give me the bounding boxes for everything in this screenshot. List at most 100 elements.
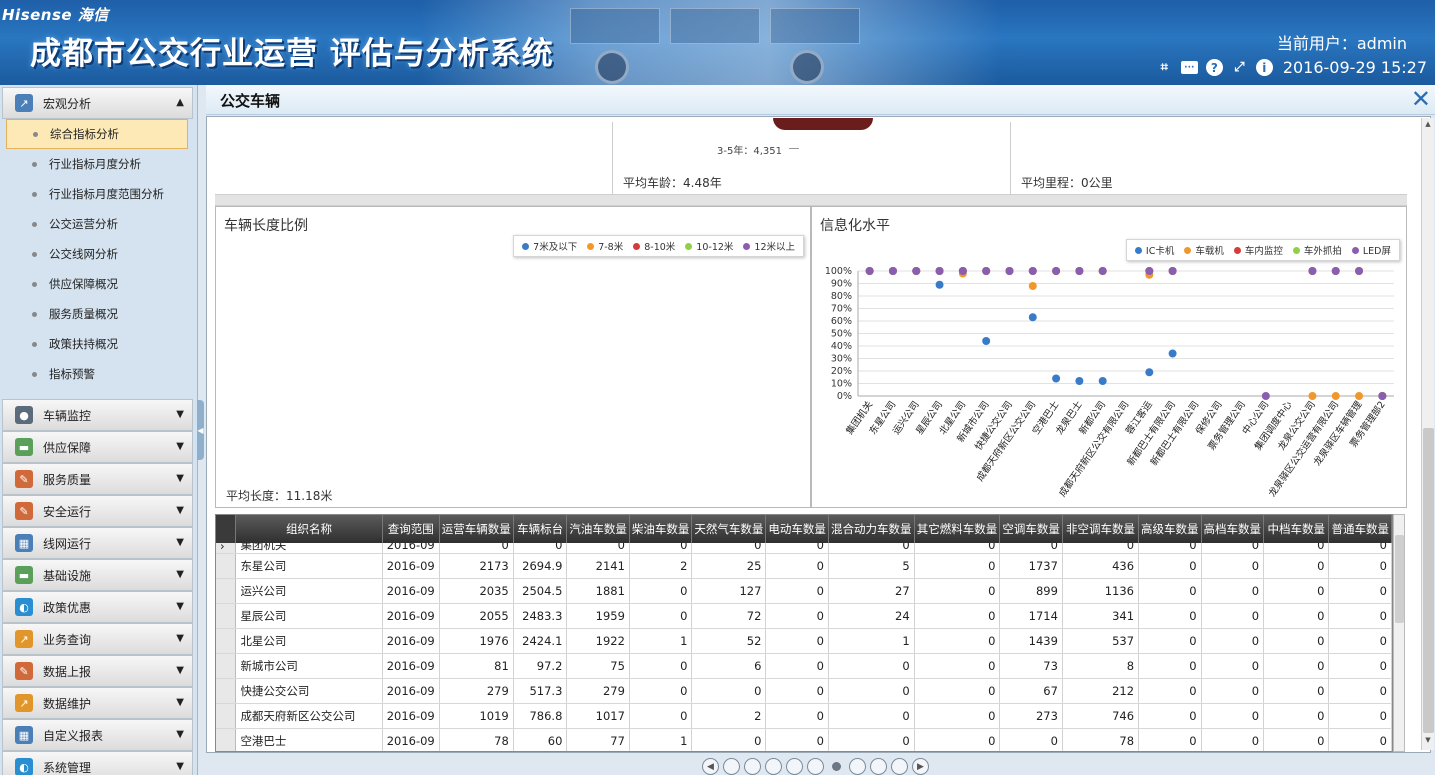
table-row[interactable]: 北星公司 2016-09 1976 2424.1 1922 1 52 0 1 0 1439 537 0 0… (216, 628, 1392, 654)
row-selector[interactable] (216, 678, 237, 704)
chevron-down-icon[interactable]: ▼ (176, 729, 184, 740)
sidebar-item[interactable]: 服务质量概况 (6, 299, 188, 329)
table-scrollbar[interactable] (1393, 514, 1405, 752)
expand-icon[interactable]: ⤢ (1231, 59, 1248, 76)
sidebar-group-4[interactable]: ✎ 服务质量 ▼ (2, 463, 193, 495)
row-selector[interactable] (216, 653, 237, 679)
column-header[interactable]: 普通车数量 (1328, 515, 1392, 543)
pager-next-icon[interactable]: ▶ (912, 758, 929, 775)
sidebar-group-2[interactable]: ● 车辆监控 ▼ (2, 399, 193, 431)
sidebar-group-12[interactable]: ▦ 自定义报表 ▼ (2, 719, 193, 751)
chevron-down-icon[interactable]: ▼ (176, 601, 184, 612)
legend-item[interactable]: 10-12米 (685, 239, 733, 253)
row-selector[interactable] (216, 553, 237, 579)
column-header[interactable]: 电动车数量 (765, 515, 829, 543)
column-header[interactable]: 中档车数量 (1263, 515, 1330, 543)
scroll-down-arrow-icon[interactable]: ▼ (1422, 736, 1434, 748)
chevron-down-icon[interactable]: ▼ (176, 633, 184, 644)
pager-dot[interactable] (723, 758, 740, 775)
pager-dot[interactable] (891, 758, 908, 775)
legend-item[interactable]: 12米以上 (743, 239, 795, 253)
sidebar-item[interactable]: 行业指标月度范围分析 (6, 179, 188, 209)
column-header[interactable]: 汽油车数量 (566, 515, 630, 543)
sidebar-group-3[interactable]: ▬ 供应保障 ▼ (2, 431, 193, 463)
sidebar-group-9[interactable]: ↗ 业务查询 ▼ (2, 623, 193, 655)
pager-dot[interactable] (765, 758, 782, 775)
chevron-down-icon[interactable]: ▼ (176, 697, 184, 708)
column-header[interactable]: 柴油车数量 (629, 515, 693, 543)
sidebar-group-7[interactable]: ▬ 基础设施 ▼ (2, 559, 193, 591)
chevron-up-icon[interactable]: ▲ (176, 97, 184, 108)
sidebar-collapse-handle[interactable]: ◀ (197, 400, 204, 460)
pager-dot[interactable] (849, 758, 866, 775)
column-header[interactable]: 运营车辆数量 (439, 515, 514, 543)
legend-item[interactable]: 7米及以下 (522, 239, 577, 253)
table-scrollbar-thumb[interactable] (1395, 535, 1404, 623)
sidebar-group-8[interactable]: ◐ 政策优惠 ▼ (2, 591, 193, 623)
sidebar-menu: ↗ 宏观分析 ▲ 综合指标分析 行业指标月度分析 行业指标月度范围分析 公交运营分析 公交线网… (0, 85, 198, 775)
chevron-down-icon[interactable]: ▼ (176, 409, 184, 420)
column-header[interactable]: 非空调车数量 (1062, 515, 1140, 543)
sidebar-item[interactable]: 指标预警 (6, 359, 188, 389)
sidebar-item[interactable]: 政策扶持概况 (6, 329, 188, 359)
pager-dot[interactable] (786, 758, 803, 775)
sidebar-group-13[interactable]: ◐ 系统管理 ▼ (2, 751, 193, 775)
sidebar-group-5[interactable]: ✎ 安全运行 ▼ (2, 495, 193, 527)
sidebar-group-6[interactable]: ▦ 线网运行 ▼ (2, 527, 193, 559)
chevron-down-icon[interactable]: ▼ (176, 441, 184, 452)
row-selector[interactable] (216, 603, 237, 629)
sidebar-group-10[interactable]: ✎ 数据上报 ▼ (2, 655, 193, 687)
column-header[interactable]: 车辆标台 (513, 515, 568, 543)
table-row[interactable]: 空港巴士 2016-09 78 60 77 1 0 0 0 0 0 78 0 0 0 0 (216, 728, 1392, 751)
sidebar-item[interactable]: 公交线网分析 (6, 239, 188, 269)
chevron-down-icon[interactable]: ▼ (176, 473, 184, 484)
table-row[interactable]: 成都天府新区公交公司 2016-09 1019 786.8 1017 0 2 0 0 0 273 74… (216, 703, 1392, 729)
sidebar-item[interactable]: 公交运营分析 (6, 209, 188, 239)
column-header[interactable]: 其它燃料车数量 (914, 515, 1001, 543)
chevron-down-icon[interactable]: ▼ (176, 761, 184, 772)
sidebar-group-11[interactable]: ↗ 数据维护 ▼ (2, 687, 193, 719)
table-row[interactable]: 星辰公司 2016-09 2055 2483.3 1959 0 72 0 24 0 1714 341 0… (216, 603, 1392, 629)
chevron-down-icon[interactable]: ▼ (176, 505, 184, 516)
table-row[interactable]: › 集团机关 2016-09 0 0 0 0 0 0 0 0 0 0 0 0 0 0 (216, 543, 1392, 554)
table-row[interactable]: 运兴公司 2016-09 2035 2504.5 1881 0 127 0 27 0 899 1136… (216, 578, 1392, 604)
sidebar-item[interactable]: 供应保障概况 (6, 269, 188, 299)
data-point (982, 267, 991, 275)
pager-prev-icon[interactable]: ◀ (702, 758, 719, 775)
crop-icon[interactable]: ⌗ (1156, 59, 1173, 76)
column-header[interactable]: 混合动力车数量 (828, 515, 915, 543)
pager-dot[interactable] (807, 758, 824, 775)
info-icon[interactable]: i (1255, 59, 1273, 76)
sidebar-item[interactable]: 综合指标分析 (6, 119, 188, 149)
sidebar-item[interactable]: 行业指标月度分析 (6, 149, 188, 179)
column-header[interactable]: 高档车数量 (1201, 515, 1265, 543)
row-selector[interactable] (216, 578, 237, 604)
help-icon[interactable]: ? (1205, 59, 1223, 76)
column-header[interactable]: 组织名称 (235, 515, 383, 543)
column-header[interactable]: 查询范围 (382, 515, 440, 543)
pager-dot[interactable] (832, 762, 841, 771)
chevron-down-icon[interactable]: ▼ (176, 569, 184, 580)
close-icon[interactable]: ✕ (1411, 86, 1431, 112)
chevron-down-icon[interactable]: ▼ (176, 537, 184, 548)
page-scrollbar-thumb[interactable] (1423, 428, 1434, 733)
table-row[interactable]: 东星公司 2016-09 2173 2694.9 2141 2 25 0 5 0 1737 436 0 0… (216, 553, 1392, 579)
row-selector[interactable] (216, 728, 237, 751)
column-header[interactable]: 空调车数量 (999, 515, 1063, 543)
pager-dot[interactable] (870, 758, 887, 775)
legend-item[interactable]: 8-10米 (633, 239, 675, 253)
chevron-down-icon[interactable]: ▼ (176, 665, 184, 676)
scroll-up-arrow-icon[interactable]: ▲ (1422, 120, 1434, 132)
keyboard-icon[interactable]: ··· (1180, 61, 1198, 74)
row-selector[interactable] (216, 628, 237, 654)
table-row[interactable]: 新城市公司 2016-09 81 97.2 75 0 6 0 0 0 73 8 0 0 0 0 (216, 653, 1392, 679)
table-row[interactable]: 快捷公交公司 2016-09 279 517.3 279 0 0 0 0 0 67 212 0 0 0 0 (216, 678, 1392, 704)
row-selector[interactable]: › (216, 543, 237, 554)
row-selector[interactable] (216, 703, 237, 729)
legend-item[interactable]: 7-8米 (587, 239, 623, 253)
pager-dot[interactable] (744, 758, 761, 775)
sidebar-group-1[interactable]: ↗ 宏观分析 ▲ (2, 87, 193, 119)
column-header[interactable]: 天然气车数量 (691, 515, 767, 543)
page-scrollbar[interactable]: ▲ ▼ (1421, 118, 1434, 750)
column-header[interactable]: 高级车数量 (1138, 515, 1202, 543)
